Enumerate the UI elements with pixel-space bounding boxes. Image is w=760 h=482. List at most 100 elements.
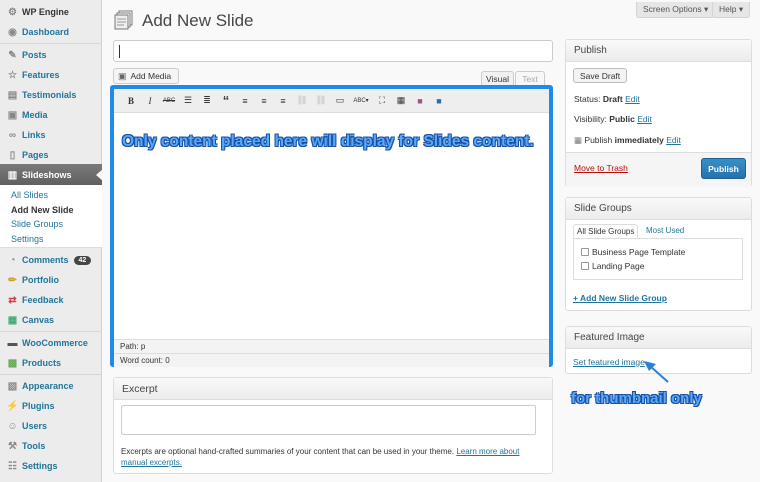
slide-groups-title: Slide Groups <box>566 198 751 220</box>
thumbnail-note-annotation: for thumbnail only <box>571 390 702 407</box>
pin-icon: ✎ <box>8 49 17 61</box>
menu-item-slideshows[interactable]: ▥ Slideshows <box>0 164 103 186</box>
visibility-row: Visibility: Public Edit <box>574 114 652 124</box>
menu-item-plugins[interactable]: ⚡ Plugins <box>0 396 102 416</box>
save-draft-button[interactable]: Save Draft <box>573 68 628 83</box>
woocommerce-icon: ▬ <box>7 337 18 349</box>
menu-item-media[interactable]: ▣ Media <box>0 105 102 125</box>
wp-engine-icon: ⚙ <box>8 6 17 18</box>
tab-text[interactable]: Text <box>515 71 545 85</box>
menu-separator <box>0 43 102 44</box>
tools-icon: ⚒ <box>8 440 17 452</box>
checkbox[interactable] <box>581 262 589 270</box>
align-left-icon[interactable]: ≡ <box>236 94 254 108</box>
menu-item-features[interactable]: ☆ Features <box>0 65 102 85</box>
spellcheck-icon[interactable]: ABC▾ <box>350 94 372 108</box>
status-row: Status: Draft Edit <box>574 94 640 104</box>
slide-group-option: Landing Page <box>581 261 644 271</box>
menu-item-users[interactable]: ☺ Users <box>0 416 102 436</box>
excerpt-textarea[interactable] <box>121 405 536 435</box>
excerpt-help: Excerpts are optional hand-crafted summa… <box>121 447 520 467</box>
settings-icon: ☷ <box>8 460 17 472</box>
menu-item-feedback[interactable]: ⇄ Feedback <box>0 290 102 310</box>
checkbox[interactable] <box>581 248 589 256</box>
fullscreen-icon[interactable]: ⛶ <box>373 94 391 108</box>
kitchen-sink-icon[interactable]: ▦ <box>392 94 410 108</box>
tab-visual[interactable]: Visual <box>481 71 514 85</box>
publish-box-title: Publish <box>566 40 751 62</box>
submenu-settings[interactable]: Settings <box>11 234 44 244</box>
products-icon: ▩ <box>7 357 18 369</box>
add-media-button[interactable]: ▣ Add Media <box>113 68 179 84</box>
comment-count-badge: 42 <box>73 255 92 265</box>
unlink-icon[interactable]: ⛓ <box>312 94 330 108</box>
admin-sidebar: ⚙ WP Engine ◉ Dashboard ✎ Posts ☆ Features ▤… <box>0 0 103 482</box>
editor-path: Path: p <box>114 339 549 353</box>
annotation-arrow <box>644 361 669 383</box>
media-icon: ▣ <box>7 109 18 121</box>
slideshows-submenu: All Slides Add New Slide Slide Groups Se… <box>0 185 102 248</box>
menu-item-comments[interactable]: ◔ Comments 42 <box>0 250 102 270</box>
tab-all-slide-groups[interactable]: All Slide Groups <box>573 224 639 238</box>
bullet-list-icon[interactable]: ☰ <box>179 94 197 108</box>
excerpt-box: Excerpt Excerpts are optional hand-craft… <box>113 377 553 474</box>
excerpt-title: Excerpt <box>114 378 552 400</box>
add-new-slide-group-link[interactable]: + Add New Slide Group <box>573 293 667 303</box>
media-icon: ▣ <box>118 70 127 81</box>
menu-item-tools[interactable]: ⚒ Tools <box>0 436 102 456</box>
word-count: Word count: 0 <box>114 353 549 367</box>
menu-item-links[interactable]: ∞ Links <box>0 125 102 145</box>
submenu-all-slides[interactable]: All Slides <box>11 190 48 200</box>
submenu-slide-groups[interactable]: Slide Groups <box>11 219 63 229</box>
menu-item-woocommerce[interactable]: ▬ WooCommerce <box>0 333 102 353</box>
content-editor[interactable]: B I ABC ☰ ≣ “ ≡ ≡ ≡ ⛓ ⛓ ▭ ABC▾ ⛶ ▦ ■ ■ O… <box>110 85 553 367</box>
pencil-icon: ✏ <box>8 274 17 286</box>
menu-item-testimonials[interactable]: ▤ Testimonials <box>0 85 102 105</box>
bold-icon[interactable]: B <box>122 94 140 108</box>
more-tag-icon[interactable]: ▭ <box>331 94 349 108</box>
editor-toolbar: B I ABC ☰ ≣ “ ≡ ≡ ≡ ⛓ ⛓ ▭ ABC▾ ⛶ ▦ ■ ■ <box>114 89 549 113</box>
menu-item-products[interactable]: ▩ Products <box>0 353 102 373</box>
numbered-list-icon[interactable]: ≣ <box>198 94 216 108</box>
move-to-trash-link[interactable]: Move to Trash <box>574 163 628 173</box>
title-input[interactable] <box>113 40 553 62</box>
canvas-icon: ▦ <box>7 314 18 326</box>
align-right-icon[interactable]: ≡ <box>274 94 292 108</box>
menu-item-settings[interactable]: ☷ Settings <box>0 456 102 476</box>
slide-groups-list: Business Page Template Landing Page <box>573 238 743 280</box>
feedback-icon: ⇄ <box>8 294 17 306</box>
strikethrough-icon[interactable]: ABC <box>160 94 178 108</box>
dashboard-icon: ◉ <box>8 26 17 38</box>
menu-item-appearance[interactable]: ▧ Appearance <box>0 376 102 396</box>
page-stack-icon <box>114 10 134 30</box>
menu-item-portfolio[interactable]: ✏ Portfolio <box>0 270 102 290</box>
users-icon: ☺ <box>7 420 18 432</box>
menu-item-canvas[interactable]: ▦ Canvas <box>0 310 102 330</box>
comment-icon: ◔ <box>9 254 16 266</box>
edit-date-link[interactable]: Edit <box>666 135 681 145</box>
help-button[interactable]: Help ▾ <box>712 2 751 18</box>
link-icon[interactable]: ⛓ <box>293 94 311 108</box>
link-icon: ∞ <box>8 129 17 141</box>
slide-group-option: Business Page Template <box>581 247 685 257</box>
blockquote-icon[interactable]: “ <box>217 93 235 108</box>
menu-item-dashboard[interactable]: ◉ Dashboard <box>0 22 102 42</box>
tab-most-used[interactable]: Most Used <box>646 226 684 235</box>
menu-item-pages[interactable]: ▯ Pages <box>0 145 102 165</box>
submenu-add-new-slide[interactable]: Add New Slide <box>11 205 74 215</box>
woo-shortcode-icon[interactable]: ■ <box>411 94 429 108</box>
edit-visibility-link[interactable]: Edit <box>637 114 652 124</box>
screen-options-button[interactable]: Screen Options ▾ <box>636 2 716 18</box>
calendar-icon: ▦ <box>574 135 583 145</box>
editor-callout-annotation: Only content placed here will display fo… <box>122 133 534 150</box>
align-center-icon[interactable]: ≡ <box>255 94 273 108</box>
shortcode-icon[interactable]: ■ <box>430 94 448 108</box>
menu-item-wp-engine[interactable]: ⚙ WP Engine <box>0 2 102 22</box>
edit-status-link[interactable]: Edit <box>625 94 640 104</box>
publish-button[interactable]: Publish <box>701 158 746 179</box>
menu-separator <box>0 374 102 375</box>
italic-icon[interactable]: I <box>141 94 159 108</box>
menu-item-posts[interactable]: ✎ Posts <box>0 45 102 65</box>
set-featured-image-link[interactable]: Set featured image <box>573 357 645 367</box>
plugin-icon: ⚡ <box>6 400 19 412</box>
